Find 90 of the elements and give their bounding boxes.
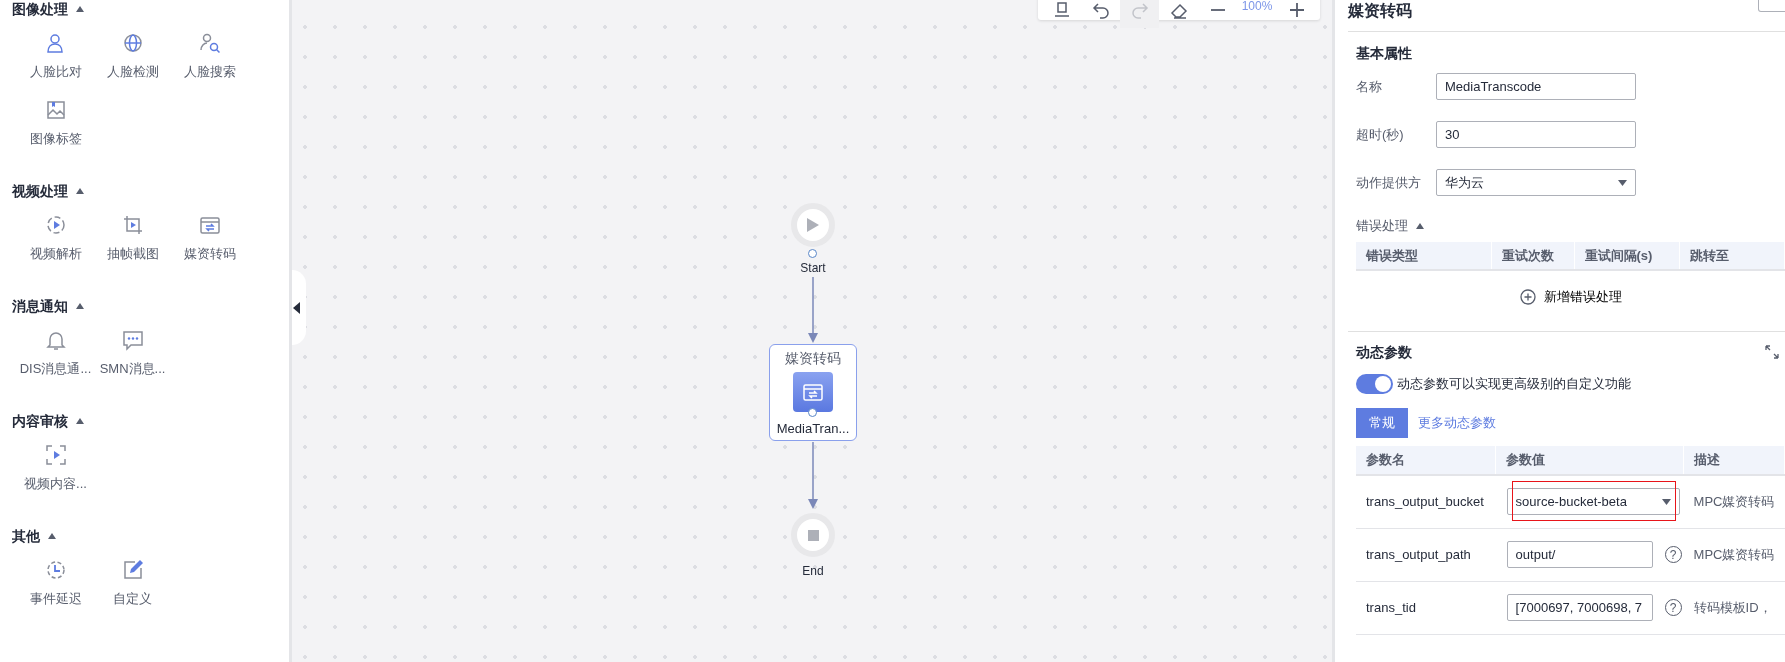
node-palette-item[interactable]: 人脸检测 xyxy=(94,28,171,95)
play-icon xyxy=(807,218,819,232)
section-heading: 其他 xyxy=(12,526,40,546)
plus-icon xyxy=(1287,1,1306,19)
section-heading: 错误处理 xyxy=(1356,218,1408,234)
parameter-description: 转码模板ID， xyxy=(1683,581,1785,634)
collapse-handle[interactable] xyxy=(292,270,306,345)
stop-icon xyxy=(807,529,819,541)
input-field[interactable]: output/ xyxy=(1506,541,1653,568)
collapse-caret-icon[interactable] xyxy=(76,6,84,12)
parameter-name: trans_tid xyxy=(1356,581,1496,634)
parameter-description: MPC媒资转码 xyxy=(1683,528,1785,581)
dropdown-caret-icon xyxy=(1661,498,1671,505)
globe-icon xyxy=(121,32,144,54)
chat-icon xyxy=(121,329,144,351)
node-label: Start xyxy=(800,261,826,275)
section-heading: 消息通知 xyxy=(12,296,68,316)
column-header: 重试间隔(s) xyxy=(1574,242,1679,270)
person-search-icon xyxy=(198,32,221,54)
section-heading: 图像处理 xyxy=(12,0,68,19)
panel-title: 媒资转码 xyxy=(1348,1,1412,21)
start-node[interactable] xyxy=(791,203,835,247)
node-palette-item[interactable]: DIS消息通... xyxy=(17,325,94,392)
node-palette-item[interactable]: 视频内容... xyxy=(17,440,94,507)
node-palette-item[interactable]: 自定义 xyxy=(94,555,171,622)
input-field[interactable]: 30 xyxy=(1436,121,1636,148)
tab[interactable]: 常规 xyxy=(1356,408,1408,438)
align-bottom-icon xyxy=(1052,1,1071,19)
transcode-icon xyxy=(802,381,824,403)
column-header: 错误类型 xyxy=(1356,242,1491,270)
node-palette-item[interactable]: 媒资转码 xyxy=(171,210,248,277)
connection-port[interactable] xyxy=(808,249,817,258)
node-palette-item[interactable]: 图像标签 xyxy=(17,95,94,162)
section-heading: 视频处理 xyxy=(12,181,68,201)
select-field[interactable]: 华为云 xyxy=(1436,169,1636,196)
node-palette-item[interactable]: SMN消息... xyxy=(94,325,171,392)
image-icon xyxy=(44,99,67,121)
field-label: 动作提供方 xyxy=(1356,173,1422,192)
node-palette-item[interactable]: 人脸比对 xyxy=(17,28,94,95)
parameter-name: trans_output_path xyxy=(1356,528,1496,581)
section-heading: 动态参数 xyxy=(1356,343,1412,362)
scan-icon xyxy=(44,444,67,466)
collapse-caret-icon[interactable] xyxy=(76,418,84,424)
action-node[interactable]: 媒资转码 MediaTran... xyxy=(769,344,857,441)
add-error-handling-button[interactable]: 新增错误处理 xyxy=(1519,287,1622,307)
crop-icon xyxy=(121,214,144,236)
section-heading: 基本属性 xyxy=(1356,44,1413,63)
input-field[interactable]: [7000697, 7000698, 7 xyxy=(1506,594,1653,621)
tab[interactable]: 更多动态参数 xyxy=(1416,408,1498,438)
bell-icon xyxy=(44,329,67,351)
transcode-icon xyxy=(198,214,221,236)
node-palette-item[interactable]: 事件延迟 xyxy=(17,555,94,622)
collapse-arrow-icon xyxy=(293,301,300,314)
clock-icon xyxy=(44,559,67,581)
section-heading: 内容审核 xyxy=(12,411,68,431)
toggle-label: 动态参数可以实现更高级别的自定义功能 xyxy=(1397,375,1631,394)
eraser-icon xyxy=(1169,1,1188,19)
play-icon xyxy=(44,214,67,236)
column-header: 重试次数 xyxy=(1491,242,1574,270)
column-header: 参数值 xyxy=(1495,446,1684,475)
end-node[interactable] xyxy=(791,513,835,557)
node-palette-item[interactable]: 抽帧截图 xyxy=(94,210,171,277)
collapse-caret-icon[interactable] xyxy=(48,533,56,539)
field-label: 超时(秒) xyxy=(1356,125,1405,144)
parameter-description: MPC媒资转码 xyxy=(1683,475,1785,528)
dropdown-caret-icon xyxy=(1618,179,1627,186)
node-palette-item[interactable]: 视频解析 xyxy=(17,210,94,277)
zoom-level: 100% xyxy=(1240,0,1274,15)
undo-icon xyxy=(1091,1,1110,19)
collapse-caret-icon[interactable] xyxy=(76,303,84,309)
collapse-caret-icon[interactable] xyxy=(76,188,84,194)
edit-icon xyxy=(121,559,144,581)
select-field[interactable]: source-bucket-beta xyxy=(1506,488,1680,516)
input-field[interactable]: MediaTranscode xyxy=(1436,73,1636,100)
connection-port[interactable] xyxy=(808,408,817,417)
add-icon xyxy=(1519,289,1536,305)
connector-arrow xyxy=(808,276,818,343)
toggle-switch[interactable] xyxy=(1356,374,1393,394)
column-header: 参数名 xyxy=(1356,446,1496,475)
expand-icon xyxy=(1765,345,1779,359)
column-header: 跳转至 xyxy=(1679,242,1785,270)
redo-icon xyxy=(1130,1,1149,19)
collapse-caret-icon[interactable] xyxy=(1416,223,1424,229)
field-label: 名称 xyxy=(1356,77,1383,96)
parameter-name: trans_output_bucket xyxy=(1356,475,1496,528)
node-label: End xyxy=(802,564,824,578)
column-header: 描述 xyxy=(1683,446,1785,475)
connector-arrow xyxy=(808,441,818,509)
minus-icon xyxy=(1210,9,1225,11)
node-palette-item[interactable]: 人脸搜索 xyxy=(171,28,248,95)
